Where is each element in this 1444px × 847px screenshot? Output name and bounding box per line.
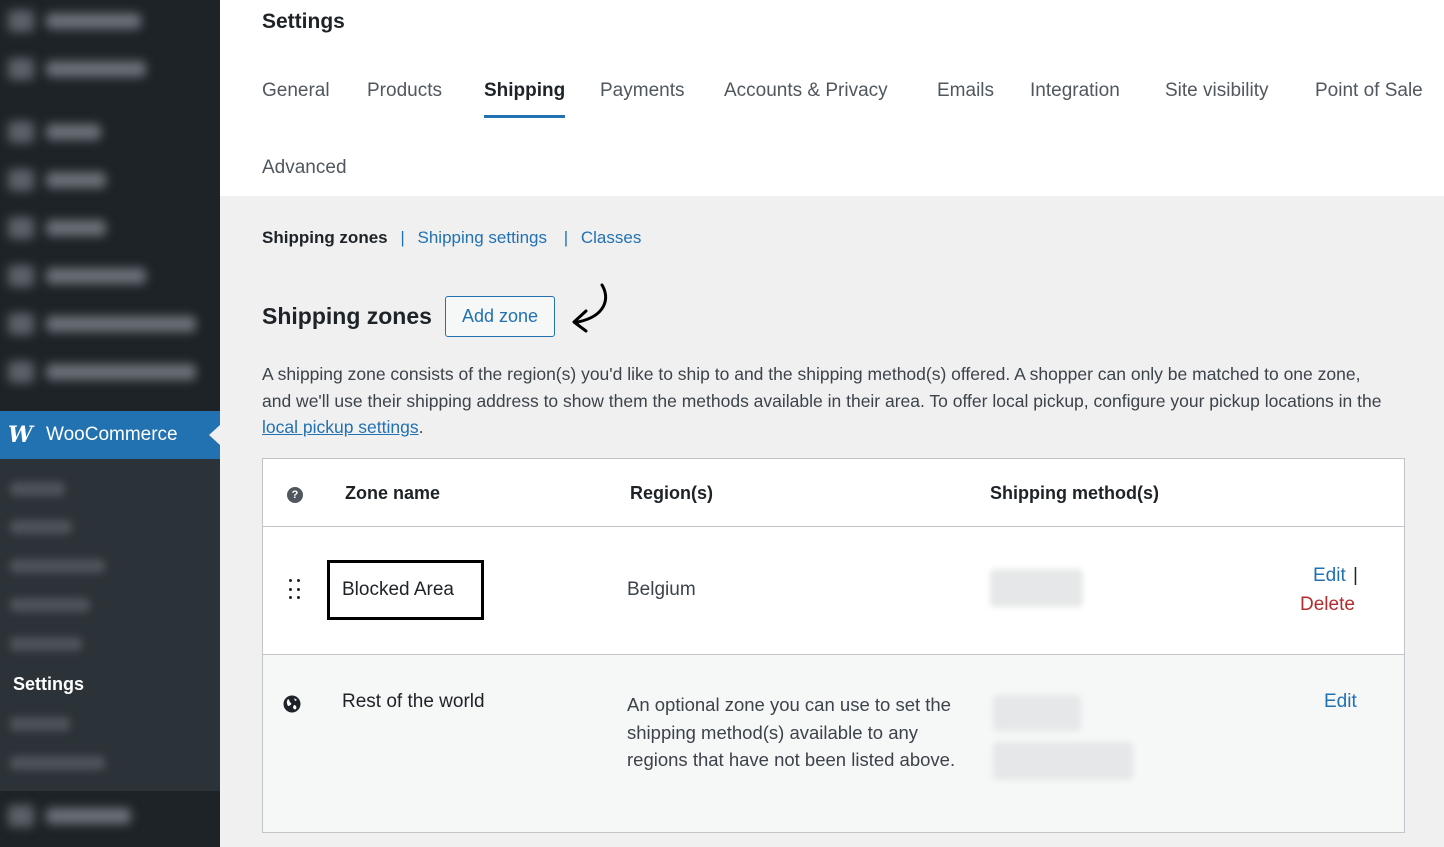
page-title: Settings xyxy=(262,10,345,33)
submenu-item-blurred[interactable] xyxy=(10,756,105,770)
tab-general[interactable]: General xyxy=(262,80,330,102)
sidebar-item-blurred[interactable] xyxy=(8,119,101,145)
shipping-method-blurred xyxy=(993,695,1081,731)
drag-handle-icon[interactable] xyxy=(289,579,303,601)
local-pickup-settings-link[interactable]: local pickup settings xyxy=(262,417,419,437)
tab-shipping[interactable]: Shipping xyxy=(484,80,566,118)
sidebar-item-blurred[interactable] xyxy=(8,167,106,193)
tab-accounts-privacy[interactable]: Accounts & Privacy xyxy=(724,80,888,102)
submenu-item-blurred[interactable] xyxy=(10,520,72,534)
sidebar-item-blurred[interactable] xyxy=(8,263,146,289)
add-zone-button[interactable]: Add zone xyxy=(445,296,555,337)
submenu-item-settings[interactable]: Settings xyxy=(13,674,84,695)
globe-icon xyxy=(283,695,301,713)
zone-name[interactable]: Rest of the world xyxy=(342,691,485,713)
tab-advanced[interactable]: Advanced xyxy=(262,157,347,179)
zone-name[interactable]: Blocked Area xyxy=(342,579,454,601)
tab-site-visibility[interactable]: Site visibility xyxy=(1165,80,1268,102)
edit-zone-link[interactable]: Edit xyxy=(1324,691,1357,713)
tab-payments[interactable]: Payments xyxy=(600,80,684,102)
column-header-shipping-methods: Shipping method(s) xyxy=(990,483,1159,503)
shipping-method-blurred xyxy=(990,569,1083,607)
action-separator: | xyxy=(1353,565,1358,586)
column-header-regions: Region(s) xyxy=(630,483,713,503)
subnav-shipping-settings[interactable]: Shipping settings xyxy=(418,228,547,247)
tab-integration[interactable]: Integration xyxy=(1030,80,1120,102)
delete-zone-link[interactable]: Delete xyxy=(1300,594,1355,616)
table-header: ? Zone name Region(s) Shipping method(s) xyxy=(263,459,1404,527)
sidebar-item-blurred[interactable] xyxy=(8,215,106,241)
tab-emails[interactable]: Emails xyxy=(937,80,994,102)
admin-sidebar: W WooCommerce Settings xyxy=(0,0,220,847)
column-header-zone-name: Zone name xyxy=(345,483,441,503)
zone-region-description: An optional zone you can use to set the … xyxy=(627,694,956,770)
woocommerce-logo-icon: W xyxy=(8,422,33,448)
shipping-method-blurred xyxy=(993,742,1133,780)
submenu-item-blurred[interactable] xyxy=(10,598,90,612)
shipping-zones-table: ? Zone name Region(s) Shipping method(s)… xyxy=(262,458,1405,833)
woocommerce-submenu xyxy=(0,459,220,791)
subnav-separator: | xyxy=(400,228,405,247)
sidebar-item-blurred[interactable] xyxy=(8,311,196,337)
sidebar-item-woocommerce[interactable]: W WooCommerce xyxy=(0,411,220,459)
table-row: Rest of the world An optional zone you c… xyxy=(263,655,1404,832)
table-row: Blocked Area Belgium Edit | Delete xyxy=(263,527,1404,655)
section-title: Shipping zones xyxy=(262,303,432,329)
curved-arrow-icon xyxy=(572,283,608,333)
submenu-item-blurred[interactable] xyxy=(10,637,82,651)
tab-products[interactable]: Products xyxy=(367,80,442,102)
help-icon[interactable]: ? xyxy=(287,487,303,503)
submenu-item-blurred[interactable] xyxy=(10,717,70,731)
shipping-subnav: Shipping zones | Shipping settings | Cla… xyxy=(262,228,641,248)
subnav-separator: | xyxy=(563,228,569,247)
sidebar-item-label: WooCommerce xyxy=(46,424,178,445)
submenu-item-blurred[interactable] xyxy=(10,559,105,573)
subnav-classes[interactable]: Classes xyxy=(581,228,641,247)
tab-point-of-sale[interactable]: Point of Sale xyxy=(1315,80,1423,102)
sidebar-site-blurred[interactable] xyxy=(8,8,141,34)
zone-region: Belgium xyxy=(627,579,696,600)
sidebar-item-blurred[interactable] xyxy=(8,56,146,82)
zones-description: A shipping zone consists of the region(s… xyxy=(262,364,1382,437)
sidebar-item-blurred[interactable] xyxy=(8,803,131,829)
settings-header: Settings General Products Shipping Payme… xyxy=(220,0,1444,196)
sidebar-item-blurred[interactable] xyxy=(8,359,196,385)
subnav-shipping-zones[interactable]: Shipping zones xyxy=(262,228,388,247)
edit-zone-link[interactable]: Edit xyxy=(1313,565,1346,587)
submenu-item-blurred[interactable] xyxy=(10,482,65,496)
